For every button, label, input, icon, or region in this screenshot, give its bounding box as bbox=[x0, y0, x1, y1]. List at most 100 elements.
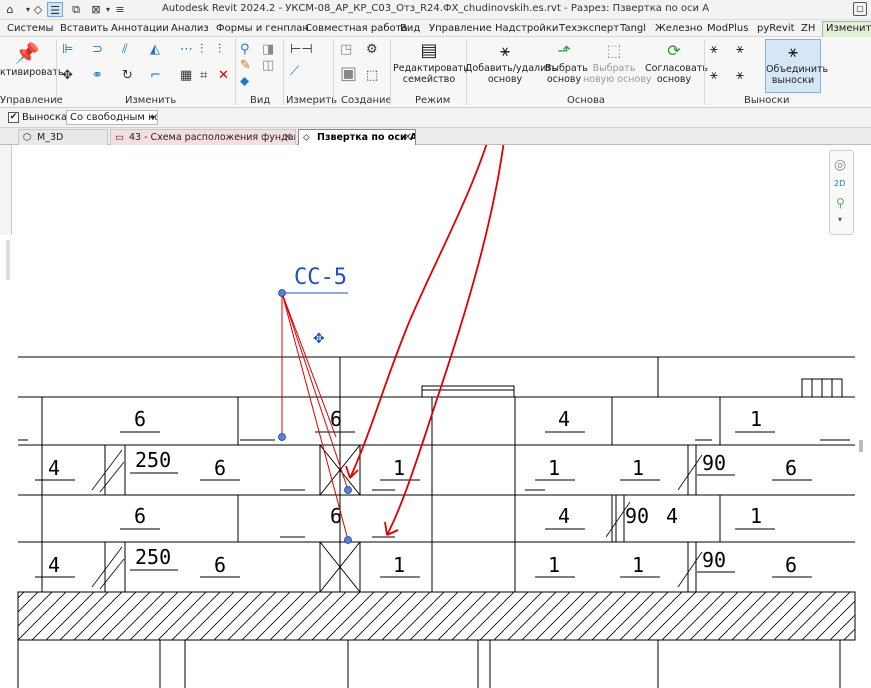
dim-label: 90 bbox=[625, 504, 649, 528]
tab-izmenit[interactable]: Изменить bbox=[822, 21, 871, 37]
dim-label: 250 bbox=[135, 448, 171, 472]
tab-pyrevit[interactable]: pyRevit bbox=[757, 22, 795, 37]
zoom-icon[interactable]: ⚲ bbox=[836, 196, 845, 210]
tab-vid[interactable]: Вид bbox=[400, 22, 420, 37]
doc-tab-razvertka[interactable]: ⬦ Пзвертка по оси А ✕ bbox=[298, 129, 416, 145]
2d-wheel-icon[interactable]: 2D bbox=[834, 179, 845, 188]
drawing-canvas[interactable]: 6 6 4 1 4 250 6 1 1 1 90 6 6 6 4 90 4 1 … bbox=[0, 145, 871, 688]
unpin-icon[interactable]: ⫶ bbox=[218, 43, 221, 57]
dim-label: 1 bbox=[750, 504, 762, 528]
3d-view-icon: ⬡ bbox=[23, 132, 32, 143]
move-cursor-icon: ✥ bbox=[313, 331, 325, 347]
window-control-icon[interactable]: ▢ bbox=[853, 2, 867, 16]
panel-title-upravlenie: Управление bbox=[0, 95, 63, 106]
align-icon[interactable]: ⊫ bbox=[62, 43, 73, 57]
create-assembly-icon[interactable]: ◳ bbox=[340, 43, 352, 57]
dim-label: 1 bbox=[750, 407, 762, 431]
move-icon[interactable]: ✥ bbox=[62, 69, 73, 83]
chevron-down-icon[interactable]: ▾ bbox=[838, 215, 842, 224]
tab-zh[interactable]: ZH bbox=[801, 22, 815, 37]
remove-leader-icon[interactable]: ⚹ bbox=[736, 43, 744, 57]
panel-title-vid: Вид bbox=[250, 95, 271, 106]
add-leader-icon[interactable]: ⚹ bbox=[710, 43, 718, 57]
right-scrollbar[interactable] bbox=[859, 440, 863, 452]
section-view-icon: ⬦ bbox=[303, 132, 310, 143]
array-icon[interactable]: ▦ bbox=[180, 69, 192, 83]
left-scrollbar[interactable] bbox=[6, 240, 10, 280]
pick-host-button[interactable]: ⬏ Выбрать основу bbox=[545, 39, 588, 91]
dim-label: 6 bbox=[214, 553, 226, 577]
dim-label: 6 bbox=[214, 456, 226, 480]
tab-nadstroyki[interactable]: Надстройки bbox=[495, 22, 558, 37]
split-icon[interactable]: ⋯ bbox=[180, 43, 193, 57]
leader-checkbox[interactable]: ✔ bbox=[8, 112, 19, 123]
dim-label: 4 bbox=[48, 456, 60, 480]
edit-family-button[interactable]: ▤ Редактировать семейство bbox=[393, 39, 469, 91]
tab-tehekspert[interactable]: Техэксперт bbox=[559, 22, 619, 37]
add-remove-host-button[interactable]: ⚹ Добавить/удалить основу bbox=[465, 39, 557, 91]
mirror-draw-icon[interactable]: ◭ bbox=[150, 43, 160, 57]
dim-label: 6 bbox=[134, 407, 146, 431]
brush-icon[interactable]: ✎ bbox=[240, 59, 251, 73]
tab-modplus[interactable]: ModPlus bbox=[707, 22, 748, 37]
tab-upravlenie[interactable]: Управление bbox=[429, 22, 492, 37]
dim-label: 4 bbox=[666, 504, 678, 528]
offset-icon[interactable]: ⊃ bbox=[92, 43, 103, 57]
options-bar: ✔ Выноска Со свободным ко ▾ bbox=[0, 108, 871, 128]
dim-label: 1 bbox=[632, 553, 644, 577]
pin-view-icon[interactable]: ⬥ bbox=[240, 75, 249, 89]
create-parts-icon[interactable]: ⚙ bbox=[366, 43, 378, 57]
tab-vstavit[interactable]: Вставить bbox=[60, 22, 108, 37]
leader-grip[interactable] bbox=[344, 536, 352, 544]
host-icon: ⚹ bbox=[500, 41, 510, 60]
tab-zhelezno[interactable]: Железно bbox=[655, 22, 702, 37]
dimension-icon[interactable]: ⟋ bbox=[290, 65, 299, 79]
tab-sovmestnaya[interactable]: Совместная работа bbox=[305, 22, 408, 37]
tab-formy[interactable]: Формы и генплан bbox=[216, 22, 309, 37]
leader-grip[interactable] bbox=[278, 433, 286, 441]
sheet-icon: ▭ bbox=[115, 132, 124, 143]
dim-label: 6 bbox=[330, 504, 342, 528]
leader-grip[interactable] bbox=[344, 486, 352, 494]
create-similar-icon[interactable]: ⬚ bbox=[366, 69, 378, 83]
measure-icon[interactable]: ⊢⊣ bbox=[290, 43, 313, 57]
rotate-icon[interactable]: ↻ bbox=[122, 69, 133, 83]
dim-label: 4 bbox=[558, 407, 570, 431]
activate-button[interactable]: 📌 ктивировать bbox=[0, 39, 64, 91]
tab-tangl[interactable]: Tangl bbox=[620, 22, 646, 37]
hide-icon[interactable]: ◨ bbox=[262, 43, 274, 57]
ribbon: 📌 ктивировать Управление ⊫ ⊃ ⫽ ◭ ✥ ⚭ ↻ ⌐… bbox=[0, 37, 871, 108]
tab-analiz[interactable]: Анализ bbox=[171, 22, 209, 37]
leader-right-icon[interactable]: ⚹ bbox=[736, 69, 744, 83]
linework-icon[interactable]: ◫ bbox=[262, 59, 274, 73]
override-graphics-icon[interactable]: ⚲ bbox=[240, 43, 250, 57]
reconcile-icon: ⟳ bbox=[667, 41, 681, 60]
tab-sistemy[interactable]: Системы bbox=[7, 22, 53, 37]
delete-icon[interactable]: ✕ bbox=[218, 69, 229, 83]
panel-title-sozdanie: Создание bbox=[341, 95, 392, 106]
create-group-icon[interactable]: ▣ bbox=[340, 65, 357, 83]
steering-wheel-icon[interactable]: ◎ bbox=[834, 157, 846, 173]
leader-grip[interactable] bbox=[278, 289, 286, 297]
dim-label: 250 bbox=[135, 545, 171, 569]
trim-icon[interactable]: ⌐ bbox=[150, 69, 161, 83]
close-icon[interactable]: ✕ bbox=[284, 130, 292, 145]
edit-family-icon: ▤ bbox=[420, 40, 438, 61]
doc-tab-schema[interactable]: ▭ 43 - Схема расположения фундам... ✕ bbox=[110, 129, 296, 145]
pin-small-icon[interactable]: ⫶ bbox=[200, 43, 203, 57]
mirror-axis-icon[interactable]: ⫽ bbox=[122, 43, 128, 57]
reconcile-host-button[interactable]: ⟳ Согласовать основу bbox=[645, 39, 708, 91]
pick-host-icon: ⬏ bbox=[557, 41, 571, 60]
leader-type-select[interactable]: Со свободным ко ▾ bbox=[66, 110, 158, 125]
pick-new-host-button[interactable]: ⬚ Выбрать новую основу bbox=[583, 39, 652, 91]
copy-icon[interactable]: ⚭ bbox=[92, 69, 103, 83]
dim-label: 6 bbox=[134, 504, 146, 528]
doc-tab-m3d[interactable]: ⬡ M_3D bbox=[18, 129, 108, 145]
tab-annotacii[interactable]: Аннотации bbox=[111, 22, 169, 37]
leader-left-icon[interactable]: ⚹ bbox=[710, 69, 718, 83]
scale-icon[interactable]: ⌗ bbox=[200, 69, 207, 83]
close-icon[interactable]: ✕ bbox=[404, 130, 412, 145]
merge-leaders-icon: ⚹ bbox=[788, 42, 798, 61]
dim-label: 1 bbox=[548, 553, 560, 577]
merge-leaders-button[interactable]: ⚹ Объединить выноски bbox=[765, 39, 828, 93]
